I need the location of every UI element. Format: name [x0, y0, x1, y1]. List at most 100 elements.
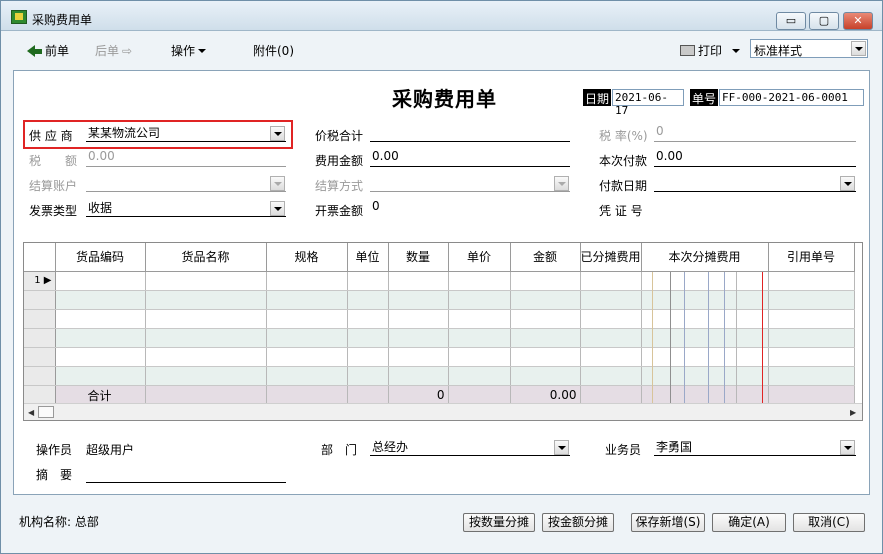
current-row-indicator-icon: ▶ [43, 275, 52, 286]
allocate-by-amount-button[interactable]: 按金额分摊 [542, 513, 614, 532]
save-new-button[interactable]: 保存新增(S) [631, 513, 705, 532]
sum-quantity: 0 [388, 385, 449, 406]
settle-account-field [86, 174, 286, 192]
table-row[interactable] [24, 366, 855, 386]
allocate-by-quantity-button[interactable]: 按数量分摊 [463, 513, 535, 532]
org-name: 机构名称: 总部 [19, 515, 99, 529]
chevron-down-icon[interactable] [270, 201, 285, 216]
col-header-item-name[interactable]: 货品名称 [145, 243, 267, 272]
title-bar: 采购费用单 ▭ ▢ ✕ [1, 1, 882, 31]
chevron-down-icon[interactable] [270, 126, 285, 141]
row-header[interactable]: 1 ▶ [24, 271, 56, 291]
col-header-quantity[interactable]: 数量 [388, 243, 449, 272]
scroll-left-icon[interactable]: ◀ [28, 408, 34, 417]
table-row[interactable]: 1 ▶ [24, 271, 855, 291]
printer-icon [680, 45, 695, 56]
col-header-this-allocation[interactable]: 本次分摊费用 [641, 243, 769, 272]
maximize-button[interactable]: ▢ [809, 12, 839, 30]
operator-value: 超级用户 [86, 443, 135, 457]
fee-amount-label: 费用金额 [315, 154, 364, 168]
tax-amount-label: 税 额 [29, 154, 78, 168]
table-row[interactable] [24, 309, 855, 329]
doc-number-label: 单号 [690, 89, 719, 106]
department-select[interactable]: 总经办 [370, 438, 570, 456]
row-header[interactable] [24, 347, 56, 367]
tax-rate-field: 0 [654, 124, 856, 142]
prev-button[interactable]: 前单 [27, 42, 69, 59]
col-header-amount[interactable]: 金额 [510, 243, 581, 272]
arrow-left-icon [27, 45, 35, 57]
document-title: 采购费用单 [392, 87, 497, 111]
toolbar: 前单 后单 ⇨ 操作 附件(0) 打印 标准样式 [1, 32, 882, 66]
doc-number-field[interactable]: FF-000-2021-06-0001 [719, 89, 864, 106]
chevron-down-icon[interactable] [840, 176, 855, 191]
column-guide-line [724, 272, 725, 403]
col-header-rownum [24, 243, 56, 272]
settle-account-label: 结算账户 [29, 179, 78, 193]
scrollbar-thumb[interactable] [38, 406, 54, 418]
items-grid[interactable]: 货品编码 货品名称 规格 单位 数量 单价 金额 已分摊费用 本次分摊费用 引用… [23, 242, 863, 421]
grid-header-row: 货品编码 货品名称 规格 单位 数量 单价 金额 已分摊费用 本次分摊费用 引用… [24, 243, 855, 272]
supplier-field[interactable]: 某某物流公司 [86, 124, 286, 142]
date-label: 日期 [583, 89, 612, 106]
summary-field[interactable] [86, 465, 286, 483]
tax-rate-label: 税 率(%) [599, 129, 648, 143]
invoice-amount-field: 0 [372, 199, 380, 213]
price-tax-total-label: 价税合计 [315, 129, 364, 143]
payment-date-label: 付款日期 [599, 179, 648, 193]
close-button[interactable]: ✕ [843, 12, 873, 30]
column-guide-line-red [762, 272, 763, 403]
print-button[interactable]: 打印 [680, 42, 741, 59]
table-row[interactable] [24, 347, 855, 367]
row-header[interactable] [24, 309, 56, 329]
col-header-unit-price[interactable]: 单价 [448, 243, 511, 272]
chevron-down-icon [198, 49, 207, 53]
invoice-type-select[interactable]: 收据 [86, 199, 286, 217]
operator-label: 操作员 [36, 443, 73, 457]
this-payment-field[interactable]: 0.00 [654, 149, 856, 167]
ok-button[interactable]: 确定(A) [712, 513, 786, 532]
col-header-ref-number[interactable]: 引用单号 [768, 243, 855, 272]
col-header-spec[interactable]: 规格 [266, 243, 348, 272]
salesman-label: 业务员 [605, 443, 642, 457]
this-payment-label: 本次付款 [599, 154, 648, 168]
voucher-field[interactable] [654, 199, 856, 217]
fee-amount-field[interactable]: 0.00 [370, 149, 570, 167]
app-icon [11, 10, 27, 24]
chevron-down-icon[interactable] [554, 440, 569, 455]
col-header-item-code[interactable]: 货品编码 [55, 243, 146, 272]
col-header-unit[interactable]: 单位 [347, 243, 389, 272]
invoice-type-label: 发票类型 [29, 204, 78, 218]
scroll-right-icon[interactable]: ▶ [850, 408, 856, 417]
table-row[interactable] [24, 290, 855, 310]
department-label: 部 门 [321, 443, 358, 457]
row-header[interactable] [24, 328, 56, 348]
sum-amount: 0.00 [510, 385, 581, 406]
chevron-down-icon [732, 49, 741, 53]
operate-menu[interactable]: 操作 [171, 42, 207, 59]
print-style-select[interactable]: 标准样式 [750, 39, 868, 58]
date-field[interactable]: 2021-06-17 [612, 89, 684, 117]
chevron-down-icon[interactable] [840, 440, 855, 455]
next-button[interactable]: 后单 ⇨ [95, 42, 132, 59]
payment-date-field[interactable] [654, 174, 856, 192]
sum-label: 合计 [55, 385, 146, 406]
arrow-right-icon: ⇨ [122, 44, 133, 58]
column-guide-line [736, 272, 737, 403]
supplier-label: 供 应 商 [29, 129, 73, 143]
cancel-button[interactable]: 取消(C) [793, 513, 865, 532]
summary-label: 摘 要 [36, 468, 73, 482]
row-header[interactable] [24, 366, 56, 386]
settle-method-field [370, 174, 570, 192]
attachments-button[interactable]: 附件(0) [253, 42, 294, 59]
row-header[interactable] [24, 290, 56, 310]
col-header-allocated-fee[interactable]: 已分摊费用 [580, 243, 642, 272]
salesman-select[interactable]: 李勇国 [654, 438, 856, 456]
chevron-down-icon [554, 176, 569, 191]
minimize-button[interactable]: ▭ [776, 12, 806, 30]
horizontal-scrollbar[interactable]: ◀ ▶ [24, 403, 862, 420]
chevron-down-icon[interactable] [851, 41, 866, 56]
voucher-label: 凭 证 号 [599, 204, 643, 218]
table-row[interactable] [24, 328, 855, 348]
price-tax-total-field [370, 124, 570, 142]
